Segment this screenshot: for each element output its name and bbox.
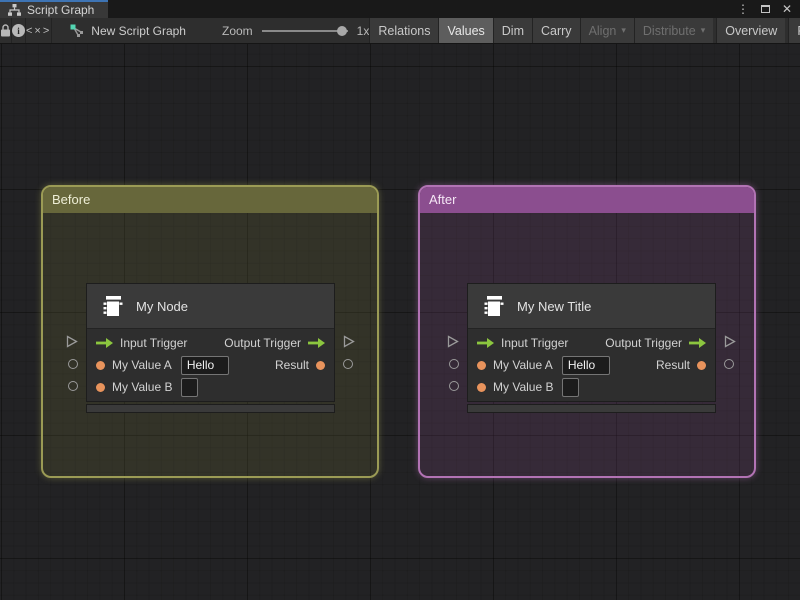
- group-after-title: After: [429, 192, 457, 207]
- external-value-port-icon[interactable]: [68, 381, 78, 391]
- group-after-header[interactable]: After: [420, 187, 754, 213]
- node-my-node[interactable]: My Node Input Trigger Output Trigger My …: [66, 283, 355, 413]
- graph-breadcrumb-button[interactable]: New Script Graph: [60, 18, 196, 43]
- script-graph-tab-icon: [8, 4, 21, 16]
- port-row-value-b: My Value B: [468, 376, 715, 398]
- values-toggle[interactable]: Values: [438, 18, 493, 43]
- port-row-value-a: My Value A Result: [468, 354, 715, 376]
- value-port-icon[interactable]: [96, 382, 105, 392]
- external-value-port-icon[interactable]: [449, 359, 459, 369]
- close-icon[interactable]: ✕: [782, 0, 792, 18]
- graph-toolbar: i <×> New Script Graph Zoom 1x Relations: [0, 18, 800, 44]
- value-b-input[interactable]: [181, 377, 199, 397]
- toolbar-toggles: Relations Values Dim Carry Align ▾ Distr…: [369, 18, 800, 43]
- result-label: Result: [655, 358, 690, 372]
- graph-name-label: New Script Graph: [91, 23, 186, 38]
- overview-label: Overview: [725, 23, 778, 38]
- code-preview-button[interactable]: <×>: [26, 18, 53, 43]
- node-footer: [467, 404, 716, 413]
- node-footer: [86, 404, 335, 413]
- external-flow-port-icon[interactable]: [447, 335, 459, 348]
- relations-toggle[interactable]: Relations: [369, 18, 439, 43]
- input-trigger-label: Input Trigger: [501, 336, 569, 350]
- port-row-triggers: Input Trigger Output Trigger: [87, 332, 334, 354]
- flow-arrow-icon[interactable]: [689, 338, 706, 348]
- external-value-port-icon[interactable]: [449, 381, 459, 391]
- relations-label: Relations: [378, 23, 431, 38]
- external-value-port-icon[interactable]: [68, 359, 78, 369]
- external-flow-port-icon[interactable]: [66, 335, 78, 348]
- input-trigger-label: Input Trigger: [120, 336, 188, 350]
- unit-node-icon: [484, 296, 504, 316]
- port-row-value-a: My Value A Result: [87, 354, 334, 376]
- window-controls: ⋮ ✕: [737, 0, 800, 18]
- info-button[interactable]: i: [12, 18, 26, 43]
- script-graph-window: Script Graph ⋮ ✕ i <×> New Script Graph …: [0, 0, 800, 600]
- node-title: My Node: [136, 298, 189, 314]
- port-row-triggers: Input Trigger Output Trigger: [468, 332, 715, 354]
- output-trigger-label: Output Trigger: [224, 336, 301, 350]
- code-preview-icon: <×>: [26, 24, 52, 37]
- zoom-slider-thumb[interactable]: [336, 25, 347, 36]
- chevron-down-icon: ▾: [700, 25, 706, 35]
- value-a-label: My Value A: [112, 358, 172, 372]
- graph-canvas[interactable]: Before After My Node Input Trigger Outpu…: [0, 44, 800, 600]
- dim-label: Dim: [501, 23, 524, 38]
- node-header[interactable]: My New Title: [468, 284, 715, 329]
- carry-label: Carry: [541, 23, 572, 38]
- align-dropdown[interactable]: Align ▾: [579, 18, 634, 43]
- external-flow-port-icon[interactable]: [343, 335, 355, 348]
- external-value-port-icon[interactable]: [724, 359, 734, 369]
- unit-node-icon: [103, 296, 123, 316]
- node-my-new-title[interactable]: My New Title Input Trigger Output Trigge…: [447, 283, 736, 413]
- lock-button[interactable]: [0, 18, 12, 43]
- flow-arrow-icon[interactable]: [308, 338, 325, 348]
- value-a-label: My Value A: [493, 358, 553, 372]
- graph-icon: [70, 24, 84, 37]
- node-title: My New Title: [517, 298, 592, 314]
- zoom-control: Zoom 1x: [222, 18, 369, 43]
- value-b-input[interactable]: [562, 377, 580, 397]
- window-menu-icon[interactable]: ⋮: [737, 0, 749, 18]
- zoom-slider[interactable]: [261, 25, 348, 36]
- align-label: Align: [588, 23, 617, 38]
- value-port-icon[interactable]: [96, 360, 105, 370]
- dim-toggle[interactable]: Dim: [492, 18, 532, 43]
- maximize-icon[interactable]: [760, 5, 770, 13]
- value-port-icon[interactable]: [477, 360, 486, 370]
- group-before-title: Before: [52, 192, 91, 207]
- result-label: Result: [274, 358, 309, 372]
- external-flow-port-icon[interactable]: [724, 335, 736, 348]
- flow-arrow-icon[interactable]: [477, 338, 494, 348]
- value-port-icon[interactable]: [316, 360, 325, 370]
- distribute-label: Distribute: [642, 23, 696, 38]
- flow-arrow-icon[interactable]: [96, 338, 113, 348]
- value-a-input[interactable]: [180, 355, 229, 375]
- value-a-input[interactable]: [561, 355, 610, 375]
- values-label: Values: [447, 23, 485, 38]
- output-trigger-label: Output Trigger: [605, 336, 682, 350]
- distribute-dropdown[interactable]: Distribute ▾: [633, 18, 714, 43]
- window-tab-bar: Script Graph ⋮ ✕: [0, 0, 800, 18]
- overview-button[interactable]: Overview: [716, 18, 786, 43]
- lock-icon: [1, 24, 10, 37]
- tab-title: Script Graph: [27, 3, 95, 17]
- port-row-value-b: My Value B: [87, 376, 334, 398]
- chevron-down-icon: ▾: [621, 25, 626, 35]
- value-port-icon[interactable]: [697, 360, 706, 370]
- value-b-label: My Value B: [112, 380, 173, 394]
- value-port-icon[interactable]: [477, 382, 486, 392]
- fullscreen-button[interactable]: Full Screen: [788, 18, 800, 43]
- info-icon: i: [12, 24, 25, 37]
- external-value-port-icon[interactable]: [343, 359, 353, 369]
- tab-script-graph[interactable]: Script Graph: [0, 0, 109, 18]
- node-header[interactable]: My Node: [87, 284, 334, 329]
- group-before-header[interactable]: Before: [43, 187, 377, 213]
- zoom-label: Zoom: [221, 23, 253, 38]
- zoom-value: 1x: [356, 23, 370, 38]
- carry-toggle[interactable]: Carry: [532, 18, 580, 43]
- value-b-label: My Value B: [493, 380, 554, 394]
